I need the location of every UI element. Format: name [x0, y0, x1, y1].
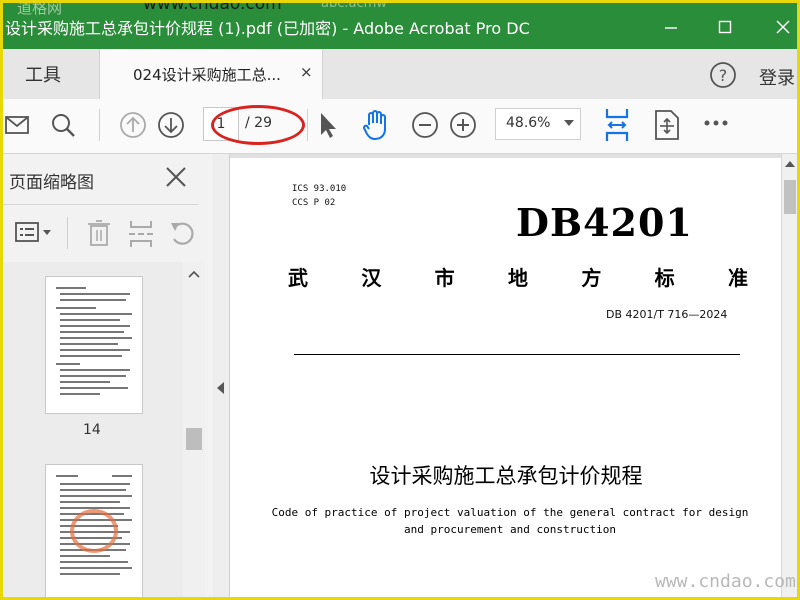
toolbar-separator: [307, 109, 308, 141]
tools-tab[interactable]: 工具: [25, 61, 61, 87]
chevron-up-icon[interactable]: [188, 270, 200, 278]
thumbnail-label: 14: [83, 422, 101, 438]
page-thumbnail[interactable]: [45, 276, 143, 414]
authority-char: 方: [581, 266, 602, 290]
chevron-left-icon: [217, 382, 224, 394]
svg-text:?: ?: [719, 66, 728, 85]
watermark-url: www.cndao.com: [143, 0, 282, 14]
app-window: 道格网 www.cndao.com abc.acmw 设计采购施工总承包计价规程…: [0, 0, 800, 600]
thumbnail-panel: 页面缩略图 14: [3, 154, 213, 597]
minimize-icon: [665, 27, 677, 29]
document-viewer: ICS 93.010 CCS P 02 DB4201 武 汉 市 地 方 标 准…: [213, 154, 797, 597]
select-arrow-icon[interactable]: [317, 111, 337, 139]
window-title: 设计采购施工总承包计价规程 (1).pdf (已加密) - Adobe Acro…: [5, 19, 530, 38]
ics-line: ICS 93.010: [292, 184, 347, 194]
maximize-icon: [718, 20, 732, 34]
document-title-en: Code of practice of project valuation of…: [270, 504, 750, 538]
authority-heading: 武 汉 市 地 方 标 准: [288, 262, 748, 291]
zoom-in-icon[interactable]: [449, 111, 477, 139]
toolbar-separator: [99, 109, 100, 141]
close-icon: [776, 20, 790, 34]
title-en-line: and procurement and construction: [404, 523, 616, 536]
chevron-down-icon: [564, 120, 574, 126]
stamp-mark: [70, 509, 118, 553]
more-icon[interactable]: [703, 119, 729, 127]
scroll-mode-icon[interactable]: [653, 109, 681, 141]
maximize-button[interactable]: [705, 15, 745, 39]
page-navigator: 1 / 29: [203, 105, 305, 145]
scrollbar-thumb[interactable]: [186, 428, 202, 450]
authority-char: 地: [507, 266, 528, 290]
tab-close-icon[interactable]: ×: [300, 63, 313, 81]
authority-char: 武: [288, 266, 308, 290]
title-en-line: Code of practice of project valuation of…: [271, 506, 749, 519]
authority-char: 汉: [361, 266, 382, 290]
prev-page-icon[interactable]: [119, 111, 147, 139]
fit-page-icon[interactable]: [603, 107, 631, 143]
highlight-oval: [211, 105, 305, 145]
document-scrollbar[interactable]: [781, 154, 797, 597]
title-bar: 道格网 www.cndao.com abc.acmw 设计采购施工总承包计价规程…: [3, 3, 797, 49]
zoom-select[interactable]: 48.6%: [495, 108, 581, 140]
close-button[interactable]: [763, 15, 797, 39]
panel-toolbar: [3, 204, 199, 264]
mail-icon[interactable]: [5, 113, 31, 137]
minimize-button[interactable]: [651, 15, 691, 39]
close-icon[interactable]: [165, 166, 187, 188]
hand-icon[interactable]: [361, 109, 391, 141]
insert-page-icon[interactable]: [127, 219, 155, 249]
document-tab-label: 024设计采购施工总...: [133, 66, 281, 84]
scrollbar-thumb[interactable]: [784, 180, 796, 214]
pdf-page: ICS 93.010 CCS P 02 DB4201 武 汉 市 地 方 标 准…: [229, 158, 782, 597]
options-menu-icon[interactable]: [15, 221, 53, 245]
standard-number: DB 4201/T 716—2024: [606, 308, 728, 321]
rotate-icon[interactable]: [169, 219, 197, 247]
panel-separator: [67, 217, 68, 249]
header-rule: [294, 354, 740, 355]
search-icon[interactable]: [49, 111, 77, 139]
next-page-icon[interactable]: [157, 111, 185, 139]
document-title-cn: 设计采购施工总承包计价规程: [369, 464, 643, 488]
db-logo: DB4201: [516, 200, 693, 245]
help-icon: ?: [710, 62, 736, 88]
authority-char: 市: [434, 266, 455, 290]
panel-title: 页面缩略图: [9, 173, 94, 193]
collapse-panel-handle[interactable]: [213, 154, 230, 597]
ccs-line: CCS P 02: [292, 198, 336, 208]
login-button[interactable]: 登录: [759, 64, 795, 90]
thumbnail-scrollbar[interactable]: [183, 262, 205, 597]
authority-char: 标: [654, 266, 675, 290]
zoom-value: 48.6%: [506, 115, 551, 131]
document-tab[interactable]: 024设计采购施工总... ×: [99, 49, 323, 100]
thumbnail-list: 14: [3, 262, 183, 597]
toolbar: 1 / 29 48.6%: [3, 99, 797, 154]
ics-code: ICS 93.010 CCS P 02: [292, 182, 346, 210]
page-thumbnail[interactable]: [45, 464, 143, 597]
tab-bar: 工具 024设计采购施工总... × ? 登录: [3, 49, 797, 100]
help-button[interactable]: ?: [709, 61, 737, 93]
zoom-out-icon[interactable]: [411, 111, 439, 139]
trash-icon[interactable]: [87, 219, 111, 247]
authority-char: 准: [727, 266, 748, 290]
watermark-bottom: www.cndao.com: [655, 571, 796, 592]
chevron-up-icon[interactable]: [785, 160, 795, 168]
watermark-url-2: abc.acmw: [321, 0, 387, 11]
